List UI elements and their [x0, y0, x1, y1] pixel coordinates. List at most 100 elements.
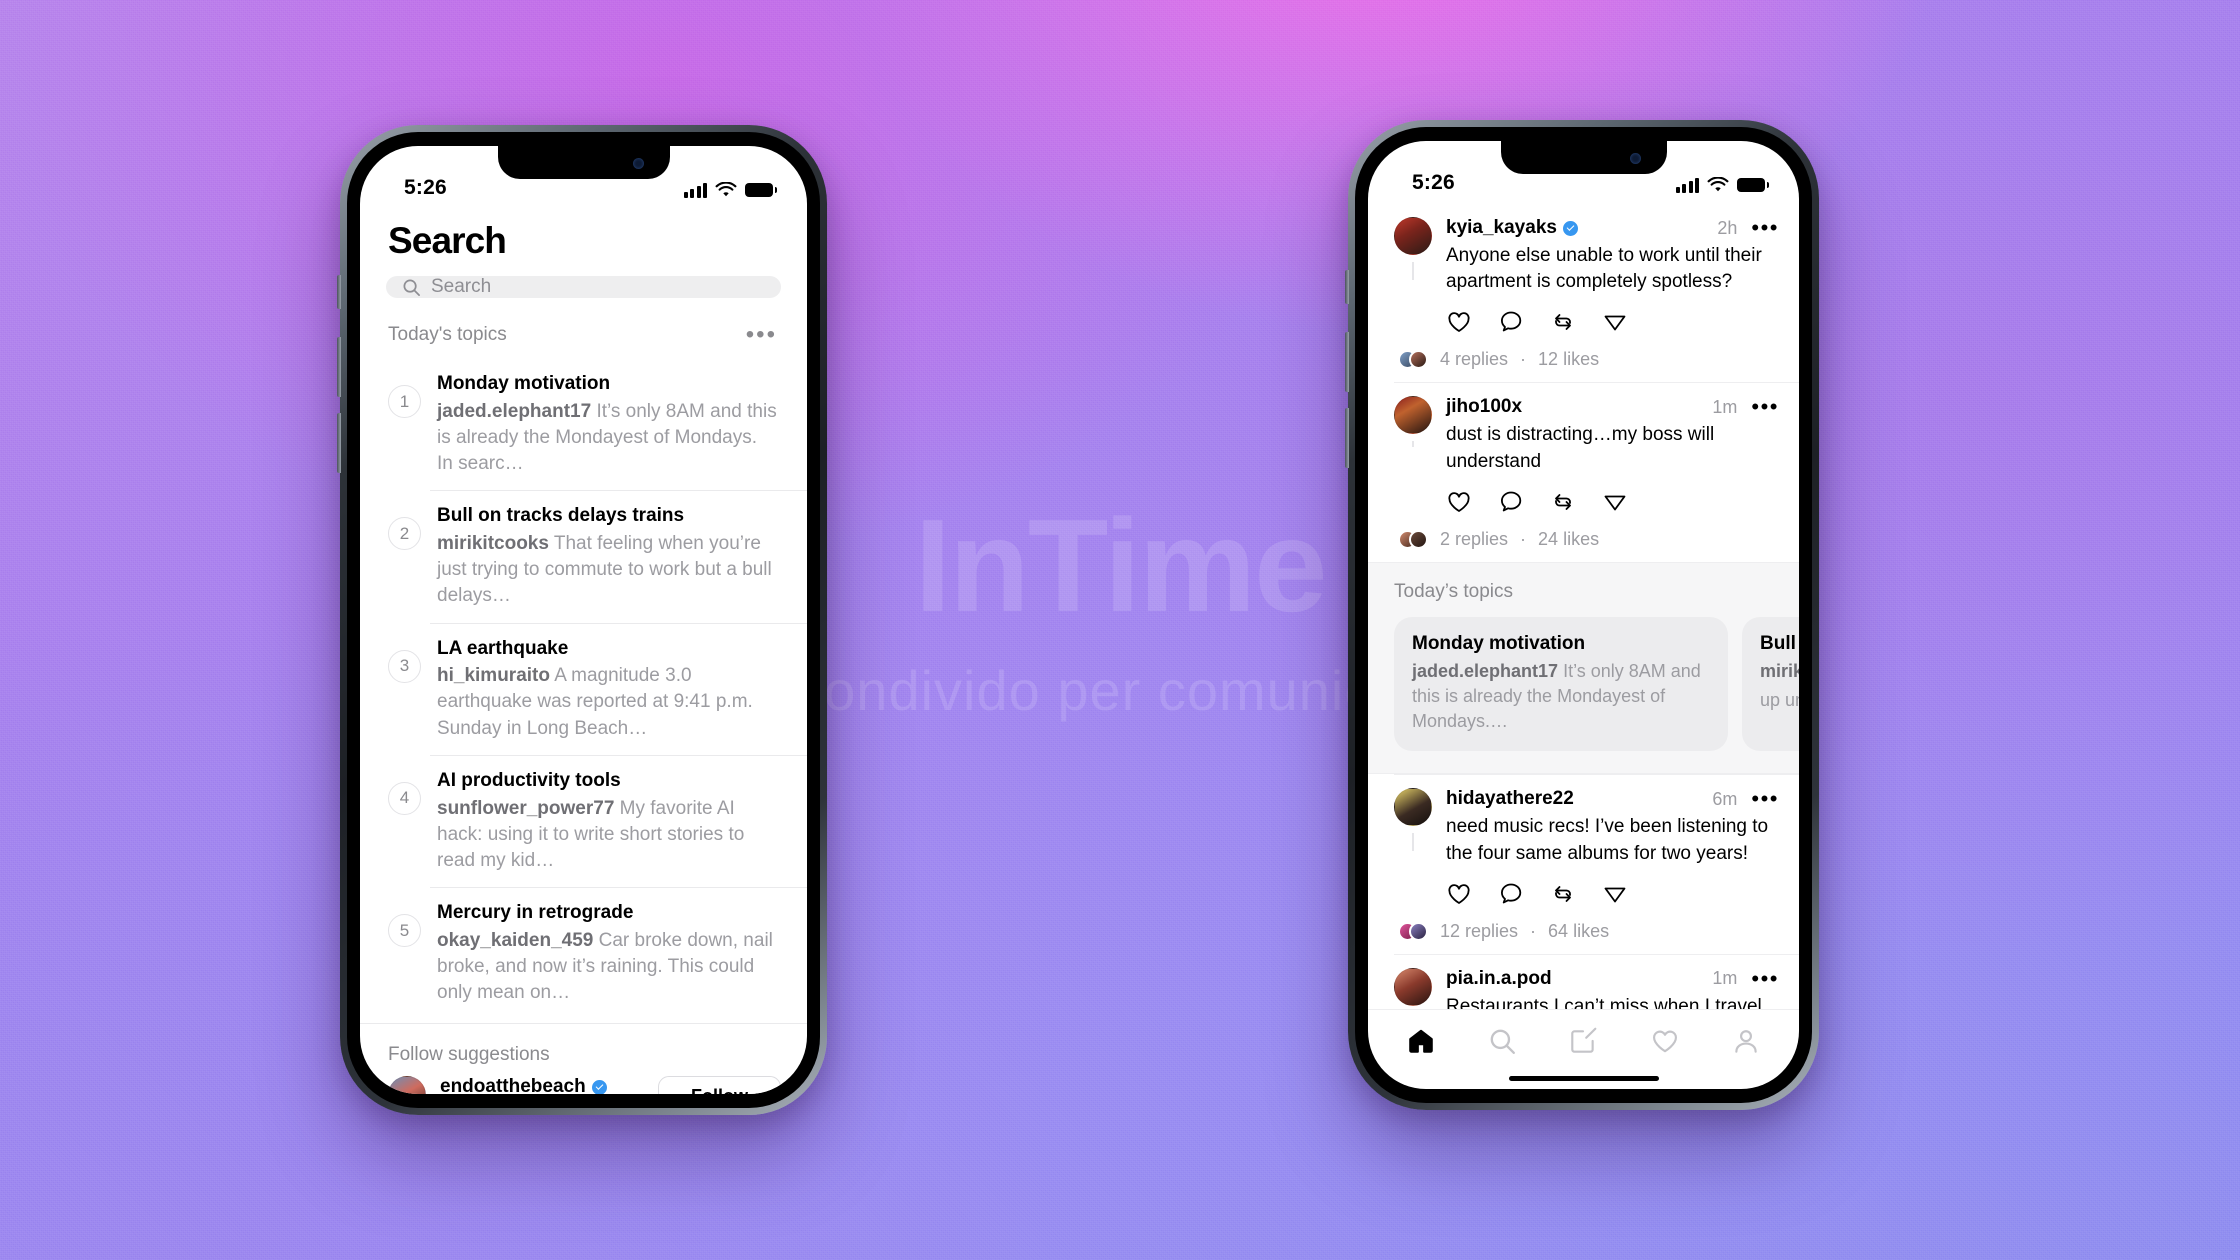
- topic-row[interactable]: 4 AI productivity tools sunflower_power7…: [360, 754, 807, 887]
- post-username-row[interactable]: kyia_kayaks: [1446, 217, 1578, 239]
- post-replies-count[interactable]: 4 replies: [1440, 349, 1508, 370]
- volume-down-button[interactable]: [337, 413, 341, 473]
- mute-switch[interactable]: [1345, 270, 1349, 304]
- topic-card-title: Monday motivation: [1412, 632, 1586, 654]
- post-username-row[interactable]: pia.in.a.pod: [1446, 968, 1552, 990]
- post-actions: [1446, 489, 1779, 515]
- topic-row[interactable]: 2 Bull on tracks delays trains mirikitco…: [360, 490, 807, 622]
- topic-row[interactable]: 5 Mercury in retrograde okay_kaiden_459 …: [360, 887, 807, 1019]
- battery-icon: [745, 183, 777, 197]
- comment-icon[interactable]: [1498, 309, 1524, 335]
- heart-icon[interactable]: [1446, 309, 1472, 335]
- reply-avatar: [1409, 921, 1428, 941]
- volume-down-button[interactable]: [1345, 408, 1349, 468]
- phone-left: 5:26 Search Search Today's topics ••• 1 …: [337, 125, 827, 1115]
- thread-line: [1412, 833, 1414, 852]
- status-indicators: [683, 182, 777, 200]
- post-more-options-icon[interactable]: •••: [1751, 967, 1779, 989]
- meta-separator: ·: [1520, 528, 1527, 549]
- topic-row[interactable]: 3 LA earthquake hi_kimuraito A magnitude…: [360, 622, 807, 755]
- topic-card[interactable]: Bull o mirikit up unb: [1742, 616, 1799, 752]
- phone-right-screen: 5:26 kyia_kayaks 2h ••• Anyone else unab…: [1368, 141, 1799, 1089]
- avatar[interactable]: [1394, 396, 1432, 448]
- battery-icon: [1737, 178, 1769, 192]
- suggestion-username: endoatthebeach: [440, 1076, 586, 1094]
- repost-icon[interactable]: [1550, 881, 1576, 907]
- post-replies-count[interactable]: 2 replies: [1440, 529, 1508, 550]
- post-more-options-icon[interactable]: •••: [1751, 396, 1779, 418]
- nav-home-button[interactable]: [1404, 1024, 1438, 1058]
- feed-post[interactable]: hidayathere22 6m ••• need music recs! I’…: [1368, 774, 1799, 953]
- search-placeholder: Search: [431, 276, 492, 297]
- topic-rank: 2: [388, 517, 421, 551]
- feed-post[interactable]: jiho100x 1m ••• dust is distracting…my b…: [1368, 382, 1799, 561]
- topic-card[interactable]: Monday motivation jaded.elephant17 It’s …: [1394, 616, 1728, 752]
- post-username-row[interactable]: jiho100x: [1446, 396, 1522, 418]
- feed-post[interactable]: kyia_kayaks 2h ••• Anyone else unable to…: [1368, 203, 1799, 382]
- volume-up-button[interactable]: [1345, 332, 1349, 392]
- more-options-icon[interactable]: •••: [746, 323, 777, 347]
- nav-compose-button[interactable]: [1566, 1024, 1600, 1058]
- avatar[interactable]: [1394, 217, 1432, 280]
- repost-icon[interactable]: [1550, 489, 1576, 515]
- nav-search-button[interactable]: [1485, 1024, 1519, 1058]
- nav-activity-button[interactable]: [1648, 1024, 1682, 1058]
- post-replies-count[interactable]: 12 replies: [1440, 921, 1518, 942]
- post-username: jiho100x: [1446, 396, 1523, 418]
- nav-profile-button[interactable]: [1729, 1024, 1763, 1058]
- topic-author: hi_kimuraito: [437, 665, 550, 687]
- topic-snippet: jaded.elephant17 It’s only 8AM and this …: [437, 399, 777, 478]
- avatar[interactable]: [388, 1076, 426, 1094]
- topic-snippet: mirikitcooks That feeling when you’re ju…: [437, 531, 777, 610]
- post-username-row[interactable]: hidayathere22: [1446, 788, 1574, 810]
- status-time: 5:26: [404, 176, 447, 199]
- home-indicator[interactable]: [1508, 1075, 1659, 1081]
- post-text: Anyone else unable to work until their a…: [1446, 245, 1762, 293]
- follow-suggestions-label: Follow suggestions: [388, 1044, 550, 1066]
- phone-left-screen: 5:26 Search Search Today's topics ••• 1 …: [360, 146, 807, 1094]
- heart-icon[interactable]: [1446, 489, 1472, 515]
- background-noise-texture: [0, 0, 2240, 1260]
- topic-card-snippet: mirikit: [1760, 659, 1799, 684]
- wifi-icon: [715, 182, 737, 197]
- feed-page: kyia_kayaks 2h ••• Anyone else unable to…: [1368, 203, 1799, 1089]
- post-footer: 2 replies · 24 likes: [1398, 528, 1779, 550]
- share-icon[interactable]: [1602, 489, 1628, 515]
- topic-card-title: Bull o: [1760, 632, 1799, 654]
- meta-separator: ·: [1530, 920, 1537, 941]
- post-more-options-icon[interactable]: •••: [1751, 217, 1779, 239]
- avatar[interactable]: [1394, 788, 1432, 852]
- follow-suggestion-card[interactable]: endoatthebeach Jade Greco Follow: [360, 1076, 807, 1094]
- phone-right-bezel: 5:26 kyia_kayaks 2h ••• Anyone else unab…: [1355, 127, 1812, 1103]
- follow-button[interactable]: Follow: [658, 1076, 781, 1094]
- post-footer: 12 replies · 64 likes: [1398, 920, 1779, 942]
- post-likes-count[interactable]: 12 likes: [1538, 349, 1599, 370]
- feed-list: kyia_kayaks 2h ••• Anyone else unable to…: [1368, 203, 1799, 1009]
- wifi-icon: [1707, 177, 1729, 192]
- post-footer: 4 replies · 12 likes: [1398, 349, 1779, 370]
- post-username: kyia_kayaks: [1446, 217, 1557, 238]
- todays-topics-header: Today's topics •••: [360, 298, 807, 358]
- post-text: need music recs! I’ve been listening to …: [1446, 816, 1769, 864]
- topics-carousel[interactable]: Monday motivation jaded.elephant17 It’s …: [1368, 616, 1799, 752]
- avatar[interactable]: [1394, 967, 1432, 1006]
- post-more-options-icon[interactable]: •••: [1751, 788, 1779, 810]
- heart-icon[interactable]: [1446, 881, 1472, 907]
- post-likes-count[interactable]: 24 likes: [1538, 529, 1599, 550]
- share-icon[interactable]: [1602, 309, 1628, 335]
- volume-up-button[interactable]: [337, 337, 341, 397]
- verified-badge-icon: [1562, 220, 1578, 236]
- post-text: dust is distracting…my boss will underst…: [1446, 424, 1715, 472]
- topic-title: AI productivity tools: [437, 769, 621, 791]
- front-camera-icon: [1629, 153, 1641, 164]
- topic-rank: 3: [388, 649, 421, 683]
- search-input[interactable]: Search: [386, 276, 781, 298]
- comment-icon[interactable]: [1498, 881, 1524, 907]
- post-likes-count[interactable]: 64 likes: [1548, 921, 1609, 942]
- feed-post[interactable]: pia.in.a.pod 1m ••• Restaurants I can’t …: [1368, 953, 1799, 1009]
- mute-switch[interactable]: [337, 275, 341, 309]
- repost-icon[interactable]: [1550, 309, 1576, 335]
- share-icon[interactable]: [1602, 881, 1628, 907]
- comment-icon[interactable]: [1498, 489, 1524, 515]
- topic-row[interactable]: 1 Monday motivation jaded.elephant17 It’…: [360, 358, 807, 490]
